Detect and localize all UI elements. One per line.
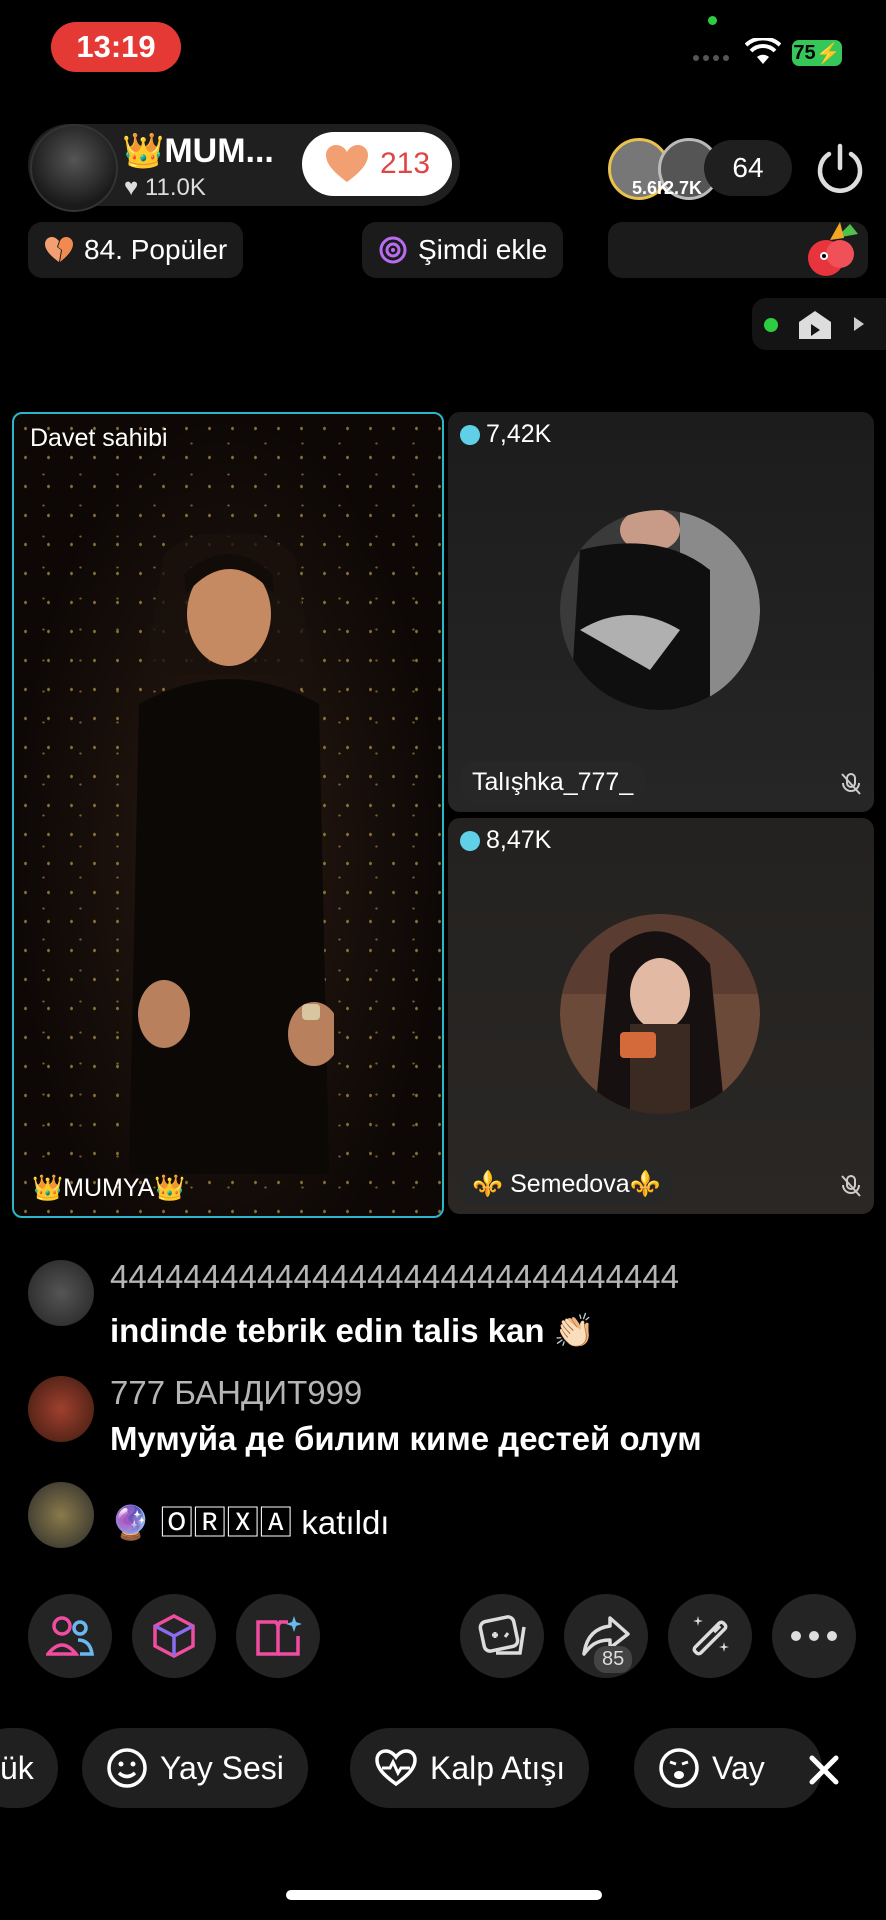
game-button[interactable] bbox=[460, 1594, 544, 1678]
guest-name: Talışhka_777_ bbox=[460, 762, 646, 803]
cube-icon bbox=[153, 1614, 195, 1658]
heart-count: 213 bbox=[379, 147, 431, 180]
chat-username[interactable]: 4444444444444444444444444444444 bbox=[110, 1258, 679, 1296]
host-video-figure bbox=[129, 534, 334, 1174]
guest-gem-count: 7,42K bbox=[460, 420, 551, 449]
host-video-tile[interactable]: Davet sahibi 👑MUMYA👑 bbox=[12, 412, 444, 1218]
status-time: 13:19 bbox=[51, 22, 181, 72]
people-icon bbox=[46, 1616, 94, 1656]
sound-chip-label: Yay Sesi bbox=[160, 1749, 284, 1786]
story-book-button[interactable] bbox=[236, 1594, 320, 1678]
game-card-icon bbox=[478, 1615, 526, 1655]
guest-name: ⚜️ Semedova⚜️ bbox=[460, 1164, 673, 1205]
popular-rank-chip[interactable]: 84. Popüler bbox=[28, 222, 244, 278]
share-count: 85 bbox=[594, 1646, 633, 1673]
wow-face-icon bbox=[659, 1748, 699, 1788]
gem-icon bbox=[460, 830, 480, 851]
multi-guest-button[interactable] bbox=[28, 1594, 112, 1678]
mic-muted-icon bbox=[841, 1175, 861, 1197]
privacy-indicator-dot bbox=[708, 16, 717, 25]
sound-chip[interactable]: Vay bbox=[634, 1728, 822, 1808]
add-now-chip[interactable]: Şimdi ekle bbox=[362, 222, 564, 278]
close-icon[interactable] bbox=[806, 1752, 842, 1788]
fruit-gift-icon bbox=[808, 222, 858, 276]
sound-chip[interactable]: Yay Sesi bbox=[82, 1728, 308, 1808]
popular-rank-label: 84. Popüler bbox=[84, 234, 228, 265]
guest-gem-count: 8,47K bbox=[460, 826, 551, 855]
sound-chip-label: Vay bbox=[712, 1749, 765, 1786]
host-likes: ♥ 11.0K bbox=[124, 174, 206, 201]
guest-video-tile[interactable]: 7,42K Talışhka_777_ bbox=[448, 412, 874, 812]
chat-username[interactable]: 777 БАНДИТ999 bbox=[110, 1374, 362, 1412]
host-avatar[interactable] bbox=[30, 124, 118, 212]
heartbeat-icon bbox=[375, 1749, 417, 1787]
sound-chip[interactable]: Kalp Atışı bbox=[350, 1728, 590, 1808]
chevron-right-icon[interactable] bbox=[852, 316, 866, 332]
host-tile-label: Davet sahibi bbox=[30, 424, 168, 452]
sound-chip-label: Kalp Atışı bbox=[430, 1749, 566, 1786]
home-play-icon[interactable] bbox=[798, 310, 832, 340]
share-button[interactable]: 85 bbox=[564, 1594, 648, 1678]
mini-controls[interactable] bbox=[752, 298, 886, 350]
magic-wand-button[interactable] bbox=[668, 1594, 752, 1678]
guest-video-tile[interactable]: 8,47K ⚜️ Semedova⚜️ bbox=[448, 818, 874, 1214]
effects-button[interactable] bbox=[132, 1594, 216, 1678]
host-tile-name: 👑MUMYA👑 bbox=[32, 1174, 186, 1202]
join-notice: 🔮 🄾🅁🅇🄰 katıldı bbox=[110, 1504, 390, 1541]
broken-heart-icon bbox=[45, 237, 73, 262]
add-now-label: Şimdi ekle bbox=[418, 234, 548, 265]
smile-face-icon bbox=[107, 1748, 147, 1788]
host-name: 👑MUM... bbox=[122, 132, 274, 170]
guest-avatar[interactable] bbox=[560, 914, 760, 1114]
gift-banner[interactable] bbox=[608, 222, 868, 278]
chat-user-avatar[interactable] bbox=[28, 1376, 94, 1442]
home-indicator[interactable] bbox=[286, 1890, 602, 1900]
heart-icon bbox=[325, 145, 368, 182]
live-dot-icon bbox=[764, 318, 778, 332]
sound-chip-label: ük bbox=[0, 1749, 34, 1786]
wifi-icon bbox=[745, 38, 781, 64]
guest-avatar[interactable] bbox=[560, 510, 760, 710]
guest-gem-value: 7,42K bbox=[486, 420, 552, 448]
battery-indicator: 75 ⚡ bbox=[792, 40, 842, 66]
sound-chip[interactable]: ük bbox=[0, 1728, 58, 1808]
book-sparkle-icon bbox=[256, 1616, 302, 1656]
guest-gem-value: 8,47K bbox=[486, 826, 552, 854]
gem-icon bbox=[460, 424, 480, 445]
chat-user-avatar[interactable] bbox=[28, 1482, 94, 1548]
target-icon bbox=[379, 236, 407, 264]
mic-muted-icon bbox=[841, 773, 861, 795]
chat-user-avatar[interactable] bbox=[28, 1260, 94, 1326]
battery-level: 75 bbox=[793, 41, 816, 64]
viewer-count-button[interactable]: 64 bbox=[704, 140, 792, 196]
top-viewer-score: 2.7K bbox=[664, 178, 703, 198]
follow-heart-button[interactable]: 213 bbox=[302, 132, 452, 196]
power-icon[interactable] bbox=[812, 140, 868, 196]
magic-wand-icon bbox=[692, 1616, 729, 1656]
cellular-signal-icon bbox=[693, 55, 729, 61]
chat-message: indinde tebrik edin talis kan 👏🏻 bbox=[110, 1312, 595, 1349]
more-options-button[interactable] bbox=[772, 1594, 856, 1678]
more-dots-icon bbox=[791, 1631, 837, 1641]
chat-message: Мумуйа де билим киме дестей олум bbox=[110, 1420, 702, 1457]
